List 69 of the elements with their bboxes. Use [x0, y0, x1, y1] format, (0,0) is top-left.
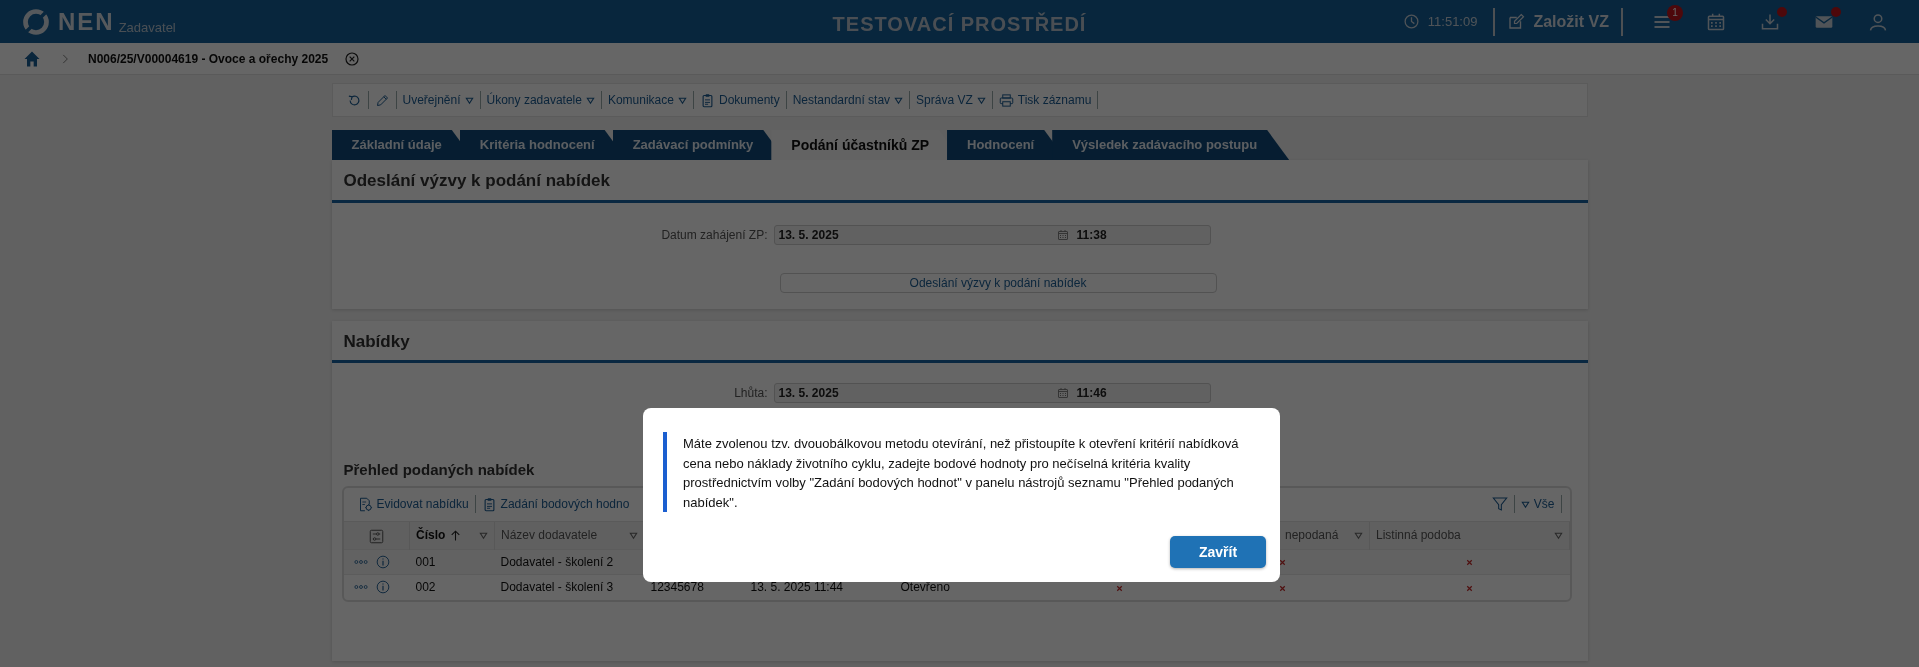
menu-button[interactable]: Úkony zadavatele	[480, 91, 602, 109]
table-cell: 001	[415, 555, 436, 569]
table-cell: Dodavatel - školení 3	[500, 580, 614, 595]
column-settings-icon[interactable]	[368, 528, 384, 544]
environment-title: TESTOVACÍ PROSTŘEDÍ	[832, 11, 1087, 37]
close-icon[interactable]	[344, 50, 361, 67]
dialog-message: Máte zvolenou tzv. dvouobálkovou metodu otevírání, než přistoupíte k otevření kritérií nabídková cena nebo náklady životního cyklu, zadejte bodové hodnoty pro nečíselná kritéria kvality prostřednictvím volby "Zadání bodových hodnot" v panelu nástrojů seznamu "Přehled podaných nabídek".	[663, 432, 1266, 512]
table-cell: 12345678	[650, 580, 704, 595]
toolbar-button[interactable]: Dokumenty	[693, 91, 787, 109]
table-cell: Otevřeno	[900, 580, 950, 595]
notification-badge: 1	[1667, 5, 1683, 22]
cross-icon	[1115, 583, 1124, 593]
filter-icon[interactable]	[1354, 530, 1363, 540]
table-cell: 002	[415, 580, 436, 595]
filter-icon[interactable]	[1554, 530, 1563, 540]
table-title: Přehled podaných nabídek	[343, 460, 535, 480]
create-button[interactable]: Založit VZ	[1507, 9, 1609, 34]
caret-icon	[585, 95, 595, 105]
cross-icon	[1277, 583, 1287, 593]
breadcrumb-title: N006/25/V00004619 - Ovoce a ořechy 2025	[88, 50, 329, 68]
toolbar-button[interactable]: Evidovat nabídku	[351, 495, 476, 513]
filter-icon[interactable]	[479, 530, 488, 540]
calendar-icon	[1056, 228, 1069, 241]
logo-icon	[22, 7, 50, 36]
filter-icon[interactable]	[629, 530, 638, 540]
section-title: Odeslání výzvy k podání nabídek	[331, 160, 1588, 203]
field-label: Datum zahájení ZP:	[660, 226, 769, 244]
table-cell: Dodavatel - školení 2	[500, 555, 614, 569]
cross-icon	[1465, 583, 1474, 593]
printer-icon	[998, 92, 1014, 108]
pencil-icon	[374, 92, 390, 108]
more-icon[interactable]	[353, 584, 368, 591]
clock-time: 11:51:09	[1427, 12, 1478, 31]
close-button[interactable]: Zavřít	[1170, 536, 1266, 568]
toolbar-button[interactable]: Zadání bodových hodno	[475, 495, 636, 513]
refresh-icon	[346, 92, 362, 108]
user-icon	[1868, 11, 1888, 32]
clock-icon	[1402, 13, 1420, 30]
logo-subtitle: Zadavatel	[118, 18, 176, 37]
info-icon[interactable]	[375, 555, 390, 569]
cross-icon	[1465, 558, 1474, 568]
send-button[interactable]: Odeslání výzvy k podání nabídek	[779, 272, 1217, 293]
menu-button[interactable]: Nestandardní stav	[786, 91, 911, 109]
date-time-field[interactable]: 13. 5. 2025 11:38	[773, 224, 1211, 245]
menu-button[interactable]: Uveřejnění	[396, 91, 481, 109]
filter-icon	[1491, 496, 1508, 512]
menu-button[interactable]: Správa VZ	[910, 91, 993, 109]
clipboard-icon	[699, 92, 715, 108]
view-dropdown[interactable]: Vše	[1514, 495, 1562, 513]
caret-icon	[464, 95, 474, 105]
document-gear-icon	[357, 496, 373, 512]
clipboard-icon	[481, 496, 497, 512]
more-icon[interactable]	[353, 559, 368, 565]
edit-icon	[1507, 12, 1526, 31]
date-time-field[interactable]: 13. 5. 2025 11:46	[773, 383, 1211, 403]
calendar-icon	[1056, 387, 1069, 399]
logo-text: NEN	[58, 9, 115, 34]
section-title: Nabídky	[331, 320, 1588, 363]
info-icon[interactable]	[375, 580, 390, 595]
table-cell: 13. 5. 2025 11:44	[750, 580, 844, 595]
calendar-icon	[1706, 11, 1726, 32]
caret-icon	[976, 95, 986, 105]
menu-button[interactable]: Komunikace	[601, 91, 694, 109]
caret-icon	[677, 95, 687, 105]
caret-icon	[1520, 499, 1530, 509]
tab[interactable]: Výsledek zadávacího postupu	[1052, 130, 1290, 160]
toolbar-button[interactable]: Tisk záznamu	[992, 91, 1099, 109]
field-label: Lhůta:	[733, 385, 769, 402]
caret-icon	[894, 95, 904, 105]
